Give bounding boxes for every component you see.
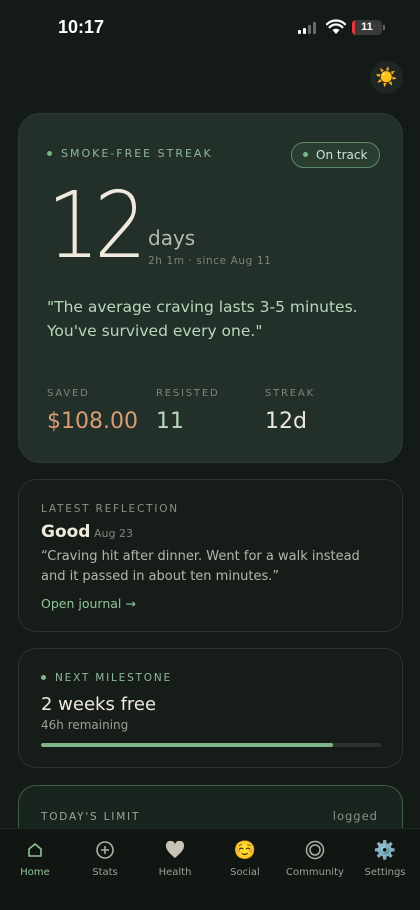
streak-label: SMOKE-FREE STREAK: [47, 147, 213, 160]
tab-label: Health: [158, 867, 192, 878]
limit-label: TODAY'S LIMIT: [41, 811, 141, 823]
battery-cap: [383, 25, 385, 30]
theme-toggle-button[interactable]: ☀️: [370, 61, 403, 94]
streak-unit: days: [148, 226, 196, 250]
tab-social[interactable]: ☺️ Social: [210, 829, 280, 910]
limit-logged-label: logged: [332, 809, 378, 823]
tab-community[interactable]: Community: [280, 829, 350, 910]
milestone-remaining: 46h remaining: [41, 718, 129, 732]
milestone-card: NEXT MILESTONE 2 weeks free 46h remainin…: [18, 648, 403, 768]
reflection-mood: Good: [41, 522, 91, 542]
milestone-title: 2 weeks free: [41, 694, 157, 715]
milestone-progress-bar: [41, 743, 381, 747]
tab-label: Home: [20, 867, 50, 878]
milestone-label: NEXT MILESTONE: [41, 672, 172, 684]
stat-saved: SAVED $108.00: [47, 388, 138, 434]
streak-since: 2h 1m · since Aug 11: [148, 255, 272, 267]
streak-card: SMOKE-FREE STREAK On track 12 days 2h 1m…: [18, 113, 403, 463]
stat-label: RESISTED: [156, 388, 220, 399]
community-icon: [305, 839, 325, 861]
stat-streak: STREAK 12d: [265, 388, 315, 434]
tab-label: Settings: [364, 867, 406, 878]
stat-label: STREAK: [265, 388, 315, 399]
cellular-signal-icon: [298, 22, 316, 34]
status-badge: On track: [291, 142, 381, 168]
reflection-date: Aug 23: [94, 527, 133, 540]
battery-icon: 11: [352, 20, 382, 35]
status-bar: 10:17 11: [0, 0, 420, 56]
heart-icon: [165, 839, 185, 861]
streak-count: 12: [47, 172, 147, 279]
battery-level: 11: [361, 21, 373, 33]
tab-label: Stats: [92, 867, 118, 878]
stat-resisted: RESISTED 11: [156, 388, 219, 434]
tab-home[interactable]: Home: [0, 829, 70, 910]
tab-stats[interactable]: Stats: [70, 829, 140, 910]
reflection-text: “Craving hit after dinner. Went for a wa…: [41, 549, 360, 584]
tab-settings[interactable]: ⚙️ Settings: [350, 829, 420, 910]
status-time: 10:17: [58, 17, 105, 37]
home-icon: [27, 839, 43, 861]
stat-value: $108.00: [47, 409, 138, 434]
milestone-progress-fill: [41, 743, 334, 747]
tab-label: Social: [230, 867, 260, 878]
stat-value: 11: [156, 409, 184, 434]
open-journal-link[interactable]: Open journal →: [41, 596, 136, 611]
tab-bar: Home Stats Health ☺️ Social Community ⚙️…: [0, 828, 420, 910]
status-dot: [47, 150, 52, 156]
milestone-dot: [41, 674, 46, 680]
reflection-card[interactable]: LATEST REFLECTION Good Aug 23 “Craving h…: [18, 479, 403, 632]
sun-icon: ☀️: [375, 67, 398, 88]
stat-label: SAVED: [47, 388, 90, 399]
plus-circle-icon: [95, 839, 115, 861]
tab-health[interactable]: Health: [140, 829, 210, 910]
motivational-quote: "The average craving lasts 3-5 minutes. …: [47, 298, 358, 340]
gear-icon: ⚙️: [373, 839, 397, 861]
smile-icon: ☺️: [233, 839, 257, 861]
reflection-label: LATEST REFLECTION: [41, 503, 179, 515]
stat-value: 12d: [265, 409, 307, 434]
status-dot: [303, 151, 308, 157]
tab-label: Community: [286, 867, 344, 878]
wifi-icon: [326, 19, 346, 34]
